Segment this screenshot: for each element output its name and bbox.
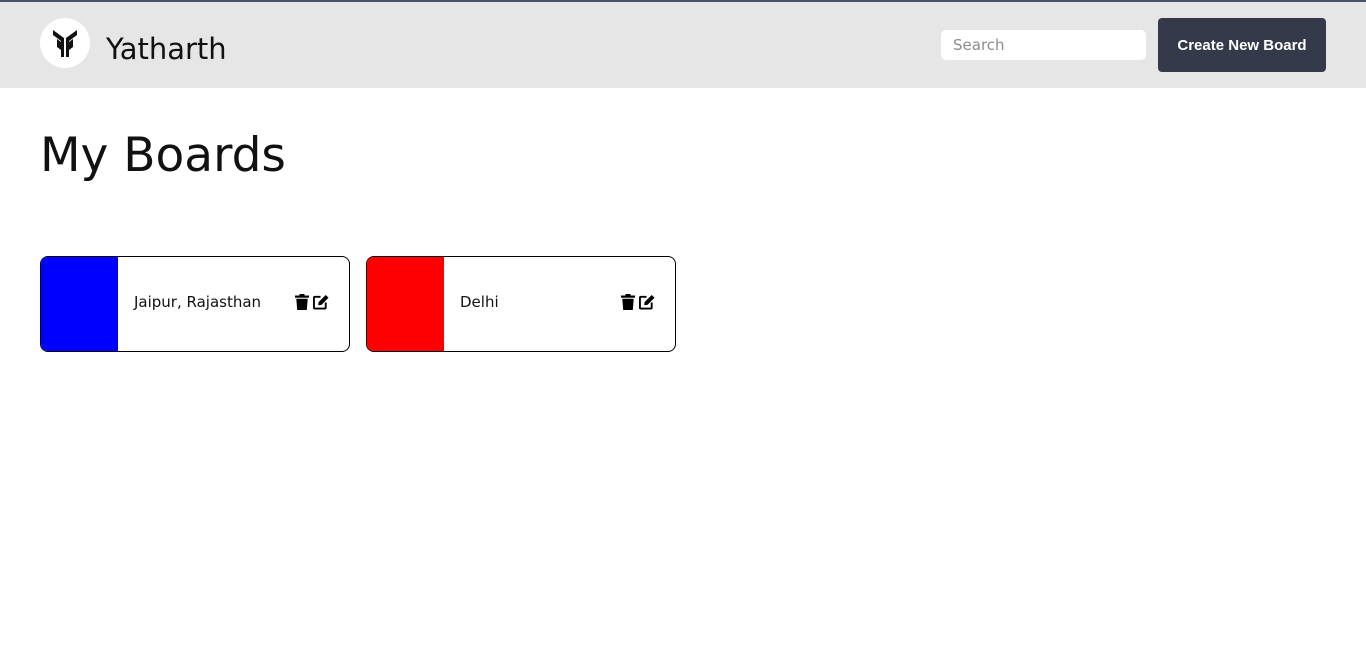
app-header: Yatharth Create New Board: [0, 2, 1366, 88]
create-new-board-button[interactable]: Create New Board: [1158, 18, 1326, 72]
board-name: Delhi: [460, 293, 499, 311]
board-card[interactable]: Jaipur, Rajasthan: [40, 256, 350, 352]
trash-icon[interactable]: [294, 293, 310, 311]
board-color-swatch: [41, 257, 118, 351]
brand-name[interactable]: Yatharth: [106, 32, 227, 66]
board-actions: [294, 293, 329, 311]
board-color-swatch: [367, 257, 444, 351]
board-actions: [620, 293, 655, 311]
edit-icon[interactable]: [639, 293, 655, 311]
trash-icon[interactable]: [620, 293, 636, 311]
page-title: My Boards: [40, 128, 286, 183]
board-card[interactable]: Delhi: [366, 256, 676, 352]
search-input[interactable]: [941, 30, 1146, 60]
board-name: Jaipur, Rajasthan: [134, 293, 262, 311]
yatharth-logo-icon[interactable]: [40, 18, 90, 68]
edit-icon[interactable]: [313, 293, 329, 311]
